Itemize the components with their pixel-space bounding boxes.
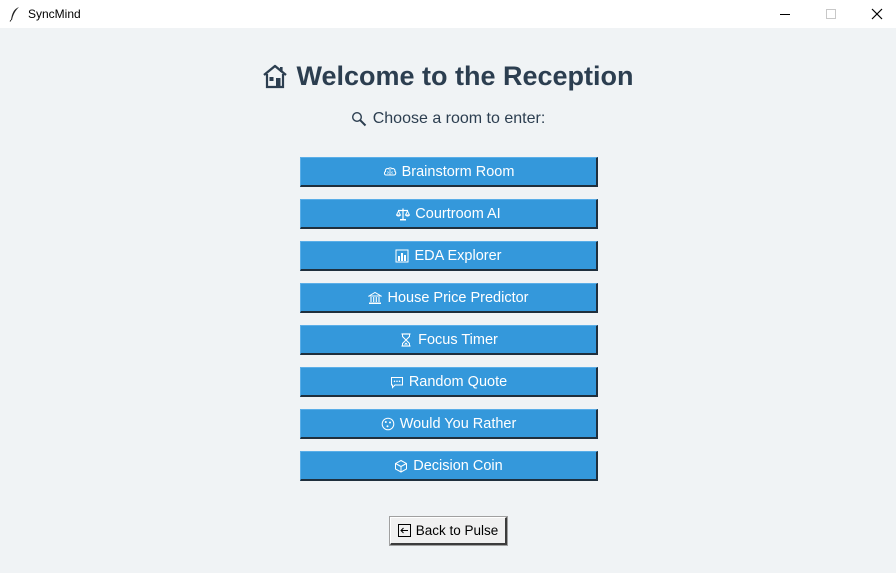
bank-icon [368,291,383,304]
minimize-icon [780,14,790,15]
brain-icon [383,166,396,175]
room-button-brainstorm[interactable]: Brainstorm Room [300,157,598,187]
room-button-house-price[interactable]: House Price Predictor [300,283,598,313]
room-label: Focus Timer [418,331,498,348]
page-subtitle-row: Choose a room to enter: [0,108,896,130]
title-bar: SyncMind [0,0,896,28]
bar-chart-icon [395,249,409,262]
room-label: EDA Explorer [414,247,502,264]
close-button[interactable] [854,0,896,28]
scales-icon [396,208,411,220]
page-subtitle: Choose a room to enter: [372,110,546,127]
game-die-icon [381,417,394,430]
room-label: Would You Rather [399,415,517,432]
back-button-label: Back to Pulse [415,522,499,538]
cube-icon [395,459,408,473]
room-label: Decision Coin [413,457,503,474]
magnifier-icon [351,111,366,127]
room-button-focus-timer[interactable]: Focus Timer [300,325,598,355]
close-icon [871,8,883,20]
minimize-button[interactable] [762,0,808,28]
page-heading: Welcome to the Reception [0,58,896,94]
room-button-eda-explorer[interactable]: EDA Explorer [300,241,598,271]
house-icon [263,64,288,89]
page-title: Welcome to the Reception [296,61,634,91]
room-label: Courtroom AI [415,205,501,222]
room-button-decision-coin[interactable]: Decision Coin [300,451,598,481]
back-to-pulse-button[interactable]: Back to Pulse [389,516,508,546]
room-label: House Price Predictor [387,289,529,306]
maximize-icon [826,9,836,19]
left-arrow-icon [397,524,411,537]
room-label: Random Quote [408,373,508,390]
window-title: SyncMind [28,7,81,21]
room-button-random-quote[interactable]: Random Quote [300,367,598,397]
room-label: Brainstorm Room [401,163,515,180]
speech-bubble-icon [390,376,403,389]
feather-icon [9,7,19,22]
room-button-courtroom[interactable]: Courtroom AI [300,199,598,229]
hourglass-icon [401,332,411,347]
room-button-would-you-rather[interactable]: Would You Rather [300,409,598,439]
maximize-button[interactable] [808,0,854,28]
